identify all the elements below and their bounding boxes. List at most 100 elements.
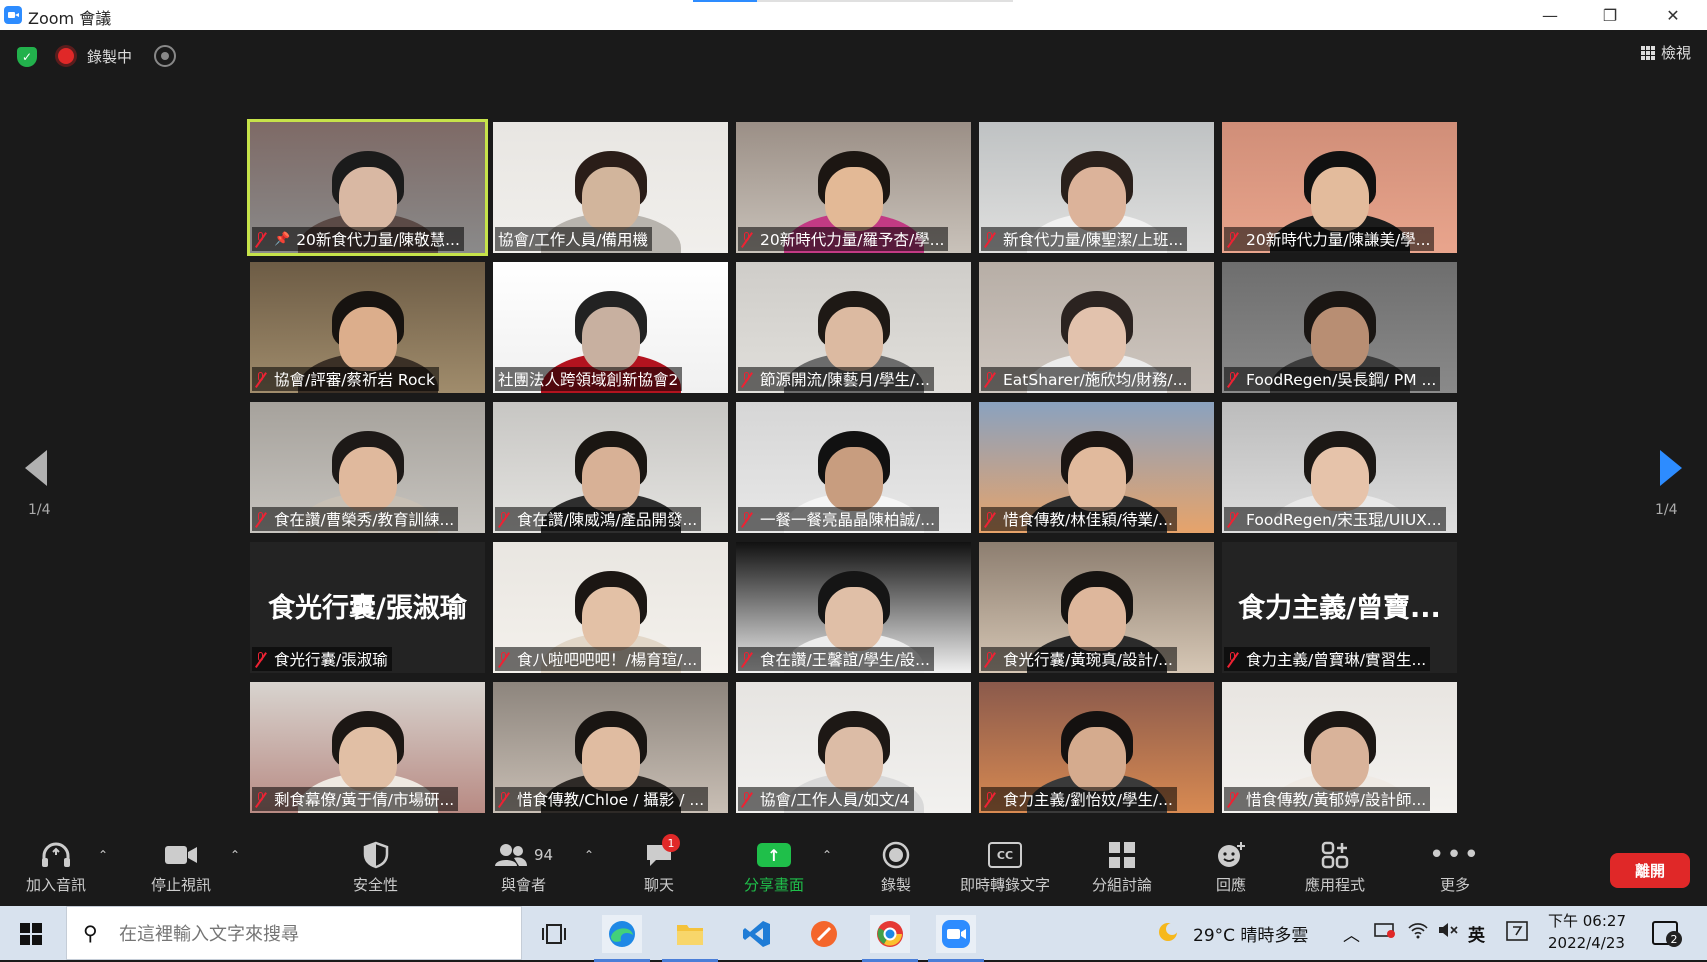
- edge-browser-icon[interactable]: [594, 915, 650, 962]
- participant-video-tile[interactable]: 食在讚/曹榮秀/教育訓練...: [250, 402, 485, 533]
- video-options-caret-icon[interactable]: ⌃: [230, 848, 240, 862]
- microphone-muted-icon: [255, 651, 267, 667]
- ime-mode-icon[interactable]: [1506, 921, 1528, 946]
- participant-video-tile[interactable]: EatSharer/施欣均/財務/...: [979, 262, 1214, 393]
- participant-video-tile[interactable]: 節源開流/陳藝月/學生/...: [736, 262, 971, 393]
- participant-name: 20新時代力量/羅予杏/學...: [760, 231, 945, 249]
- windows-taskbar: ⚲ 29°C 晴時多雲 ︿ 英 下午 06:27: [0, 906, 1707, 962]
- participant-video-tile[interactable]: 20新時代力量/羅予杏/學...: [736, 122, 971, 253]
- record-icon: [882, 840, 910, 870]
- minimize-button[interactable]: —: [1520, 0, 1580, 30]
- notification-count-badge: 2: [1666, 931, 1682, 947]
- audio-options-caret-icon[interactable]: ⌃: [98, 848, 108, 862]
- microphone-muted-icon: [984, 511, 996, 527]
- live-transcript-button[interactable]: CC 即時轉錄文字: [960, 840, 1050, 895]
- participant-video-tile[interactable]: FoodRegen/吳長鋼/ PM ...: [1222, 262, 1457, 393]
- participant-video-tile[interactable]: 新食代力量/陳聖潔/上班...: [979, 122, 1214, 253]
- participant-video-tile[interactable]: 一餐一餐亮晶晶陳柏誠/...: [736, 402, 971, 533]
- previous-page-arrow-icon[interactable]: [25, 450, 47, 486]
- join-audio-button[interactable]: 加入音訊: [26, 840, 86, 895]
- task-view-icon[interactable]: [534, 915, 574, 953]
- chat-button[interactable]: 1 聊天: [644, 834, 680, 895]
- participant-name: 食在讚/陳威鴻/產品開發...: [517, 511, 698, 529]
- participant-video-tile[interactable]: 食力主義/曾寶... 食力主義/曾寶琳/實習生...: [1222, 542, 1457, 673]
- participant-video-tile[interactable]: 食力主義/劉怡妏/學生/...: [979, 682, 1214, 813]
- participant-video-tile[interactable]: 剩食幕僚/黃于倩/市場研...: [250, 682, 485, 813]
- windows-start-icon[interactable]: [20, 923, 42, 945]
- participant-video-tile[interactable]: 📌 20新食代力量/陳敬慧...: [247, 119, 488, 256]
- participant-video-tile[interactable]: 惜食傳教/Chloe / 攝影 / ...: [493, 682, 728, 813]
- participant-video-tile[interactable]: 食在讚/陳威鴻/產品開發...: [493, 402, 728, 533]
- participant-video-tile[interactable]: 社團法人跨領域創新協會2: [493, 262, 728, 393]
- reactions-button[interactable]: 回應: [1216, 840, 1246, 895]
- participant-video-tile[interactable]: 20新時代力量/陳謙美/學...: [1222, 122, 1457, 253]
- participant-video-tile[interactable]: 協會/評審/蔡祈岩 Rock: [250, 262, 485, 393]
- zoom-taskbar-icon[interactable]: [928, 915, 984, 962]
- microphone-muted-icon: [984, 651, 996, 667]
- microphone-muted-icon: [1227, 791, 1239, 807]
- search-icon: ⚲: [83, 921, 98, 945]
- weather-sun-icon[interactable]: [1156, 920, 1180, 949]
- live-transcript-label: 即時轉錄文字: [960, 876, 1051, 894]
- participant-video-tile[interactable]: 協會/工作人員/備用機: [493, 122, 728, 253]
- participant-video-tile[interactable]: 協會/工作人員/如文/4: [736, 682, 971, 813]
- more-button[interactable]: ••• 更多: [1429, 840, 1481, 895]
- share-options-caret-icon[interactable]: ⌃: [822, 848, 832, 862]
- participant-video-tile[interactable]: 食八啦吧吧吧！/楊育瑄/...: [493, 542, 728, 673]
- taskbar-search-input[interactable]: [117, 919, 501, 949]
- video-gallery: 📌 20新食代力量/陳敬慧... 協會/工作人員/備用機 20新時代力量/羅予杏/學.…: [247, 119, 1457, 814]
- participant-name-label: 社團法人跨領域創新協會2: [495, 367, 683, 391]
- apps-button[interactable]: 應用程式: [1305, 840, 1365, 895]
- participant-face: [1067, 307, 1126, 371]
- page-indicator-left: 1/4: [28, 502, 51, 518]
- file-explorer-icon[interactable]: [662, 915, 718, 962]
- close-button[interactable]: ✕: [1643, 0, 1703, 30]
- participant-face: [338, 167, 397, 231]
- volume-muted-icon[interactable]: [1437, 921, 1459, 944]
- video-camera-icon: [164, 840, 198, 870]
- system-clock[interactable]: 下午 06:27 2022/4/23: [1548, 910, 1626, 954]
- input-language-indicator[interactable]: 英: [1468, 921, 1485, 946]
- participant-name-label: 協會/工作人員/備用機: [495, 227, 652, 251]
- share-screen-button[interactable]: ↑ 分享畫面: [744, 840, 804, 895]
- cc-text: CC: [988, 842, 1022, 868]
- microphone-muted-icon: [984, 371, 996, 387]
- view-button[interactable]: 檢視: [1640, 42, 1691, 63]
- stop-video-button[interactable]: 停止視訊: [151, 840, 211, 895]
- participant-name-label: 食光行囊/黃琬真/設計/...: [981, 647, 1177, 671]
- recording-control-icon[interactable]: [154, 45, 176, 67]
- participant-name: 惜食傳教/黃郁婷/設計師...: [1246, 791, 1427, 809]
- participant-video-tile[interactable]: 惜食傳教/林佳穎/待業/...: [979, 402, 1214, 533]
- weather-text[interactable]: 29°C 晴時多雲: [1193, 921, 1308, 946]
- network-status-icon[interactable]: [1374, 921, 1396, 944]
- security-shield-icon[interactable]: ✓: [17, 47, 37, 67]
- participant-video-tile[interactable]: 食在讚/王馨誼/學生/設...: [736, 542, 971, 673]
- participant-video-tile[interactable]: 食光行囊/張淑瑜 食光行囊/張淑瑜: [250, 542, 485, 673]
- show-hidden-icons-icon[interactable]: ︿: [1343, 921, 1360, 946]
- restore-button[interactable]: ❐: [1580, 0, 1640, 30]
- chrome-browser-icon[interactable]: [862, 915, 918, 962]
- participant-video-tile[interactable]: FoodRegen/宋玉琨/UIUX...: [1222, 402, 1457, 533]
- record-button[interactable]: 錄製: [881, 840, 911, 895]
- participant-name: 一餐一餐亮晶晶陳柏誠/...: [760, 511, 936, 529]
- app-orange-icon[interactable]: [804, 915, 844, 953]
- participants-label: 與會者: [501, 876, 547, 894]
- vscode-icon[interactable]: [737, 915, 777, 953]
- participants-options-caret-icon[interactable]: ⌃: [584, 848, 594, 862]
- taskbar-search-box[interactable]: ⚲: [66, 906, 522, 960]
- participant-face: [824, 167, 883, 231]
- wifi-icon[interactable]: [1407, 921, 1429, 944]
- notification-center-icon[interactable]: 2: [1652, 921, 1682, 947]
- more-label: 更多: [1440, 876, 1471, 894]
- breakout-rooms-button[interactable]: 分組討論: [1092, 840, 1152, 895]
- participant-name: 協會/工作人員/如文/4: [760, 791, 910, 809]
- participant-face: [338, 727, 397, 791]
- participant-name: 食光行囊/張淑瑜: [274, 651, 388, 669]
- next-page-arrow-icon[interactable]: [1660, 450, 1682, 486]
- participants-button[interactable]: 94 與會者: [494, 840, 553, 895]
- leave-meeting-button[interactable]: 離開: [1610, 853, 1690, 888]
- participant-video-tile[interactable]: 食光行囊/黃琬真/設計/...: [979, 542, 1214, 673]
- clock-time: 下午 06:27: [1548, 912, 1626, 930]
- participant-video-tile[interactable]: 惜食傳教/黃郁婷/設計師...: [1222, 682, 1457, 813]
- security-button[interactable]: 安全性: [353, 840, 398, 895]
